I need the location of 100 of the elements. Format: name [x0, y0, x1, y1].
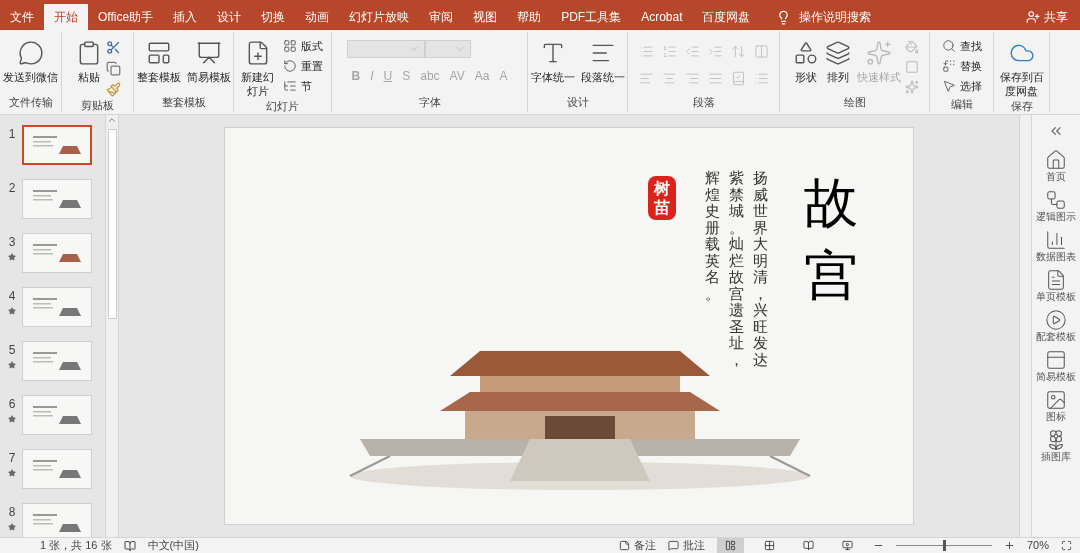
- verse-column: 紫禁城。灿烂故宫遗圣址，: [729, 170, 744, 368]
- ribbon-button[interactable]: 简易模板: [184, 36, 233, 84]
- group-label: 段落: [691, 95, 716, 110]
- ribbon-button[interactable]: 整套模板: [134, 36, 183, 84]
- comments-button[interactable]: 批注: [667, 537, 705, 553]
- side-panel-item[interactable]: 逻辑图示: [1036, 189, 1076, 223]
- star-icon: [8, 307, 16, 315]
- ribbon-tab[interactable]: PDF工具集: [551, 4, 632, 30]
- ribbon-button[interactable]: 节: [278, 76, 327, 96]
- search-field[interactable]: 操作说明搜索: [799, 8, 910, 26]
- paragraph-tool-icon[interactable]: [730, 44, 746, 59]
- notes-button[interactable]: 备注: [618, 537, 656, 553]
- ribbon-button[interactable]: 新建幻灯片: [238, 36, 277, 98]
- zoom-slider[interactable]: [895, 540, 992, 551]
- replace-icon: [941, 59, 956, 73]
- paragraph-tool-icon[interactable]: [684, 44, 700, 59]
- language-label[interactable]: 中文(中国): [147, 537, 199, 553]
- ribbon-tab[interactable]: 设计: [207, 4, 252, 30]
- paragraph-tool-icon[interactable]: [753, 44, 769, 59]
- side-panel-item[interactable]: 插图库: [1041, 429, 1071, 463]
- effects-icon[interactable]: [904, 80, 919, 94]
- star-icon: [8, 523, 16, 531]
- ribbon-tab[interactable]: Acrobat: [631, 4, 693, 30]
- search-icon: [941, 39, 956, 53]
- ribbon-tab[interactable]: 帮助: [507, 4, 552, 30]
- sparkles-icon: [865, 40, 892, 66]
- grid-icon: [282, 39, 297, 53]
- paragraph-tool-icon[interactable]: [707, 44, 723, 59]
- ribbon-button[interactable]: 选择: [937, 76, 986, 96]
- view-button[interactable]: [716, 538, 744, 553]
- ribbon-button[interactable]: 版式: [278, 36, 327, 56]
- scroll-thumb[interactable]: [107, 129, 117, 319]
- ribbon-tab[interactable]: 文件: [0, 4, 44, 30]
- zoom-level[interactable]: 70%: [1026, 537, 1049, 553]
- scrollbar[interactable]: [1019, 115, 1032, 537]
- paragraph-tool-icon[interactable]: [638, 44, 654, 59]
- slide-number: 5: [8, 342, 16, 359]
- ribbon-button[interactable]: 排列: [822, 36, 853, 84]
- ribbon-button[interactable]: 段落统一: [578, 36, 627, 84]
- document-icon: [1045, 269, 1067, 291]
- view-icon: [763, 540, 775, 551]
- group-label: 编辑: [949, 97, 974, 112]
- slide-thumbnail-drawing: [33, 136, 81, 154]
- side-panel-item[interactable]: 图标: [1045, 389, 1067, 423]
- slide-title: 故宫: [804, 171, 858, 307]
- group-label: 剪贴板: [80, 98, 115, 113]
- ribbon-button[interactable]: 保存到百度网盘: [996, 36, 1047, 98]
- ribbon-button[interactable]: 粘贴: [74, 36, 104, 84]
- ribbon-tab[interactable]: 动画: [295, 4, 340, 30]
- verse-column: 扬威世界大明清，兴旺发达: [753, 170, 768, 368]
- paragraph-tool-icon[interactable]: [661, 44, 677, 59]
- ribbon-tab[interactable]: 幻灯片放映: [339, 4, 420, 30]
- user-plus-icon: [1026, 10, 1040, 24]
- paragraph-tool-icon[interactable]: [730, 71, 746, 86]
- slide-thumbnail-drawing: [33, 244, 81, 262]
- side-panel-item[interactable]: 简易模板: [1036, 349, 1076, 383]
- ribbon-tab[interactable]: 开始: [44, 4, 88, 30]
- comment-icon: [667, 540, 679, 551]
- ribbon-tab[interactable]: Office助手: [88, 4, 164, 30]
- group-label: 设计: [565, 95, 590, 110]
- ribbon-tab[interactable]: 百度网盘: [692, 4, 761, 30]
- ribbon-button[interactable]: 字体统一: [528, 36, 577, 84]
- paragraph-tool-icon[interactable]: [638, 71, 654, 86]
- side-panel-item[interactable]: 单页模板: [1036, 269, 1076, 303]
- scrollbar[interactable]: [105, 115, 119, 537]
- ribbon-button[interactable]: 查找: [937, 36, 986, 56]
- outline-icon[interactable]: [904, 60, 919, 74]
- side-panel-item[interactable]: 数据图表: [1036, 229, 1076, 263]
- zoom-thumb[interactable]: [942, 540, 946, 551]
- paragraph-tool-icon[interactable]: [707, 71, 723, 86]
- scroll-up-icon[interactable]: [107, 115, 117, 125]
- play-window-icon: [195, 40, 222, 66]
- ribbon-button[interactable]: 发送到微信: [1, 36, 60, 84]
- font-size-field[interactable]: [424, 40, 471, 58]
- ribbon-tab[interactable]: 视图: [463, 4, 508, 30]
- ribbon-tab[interactable]: 审阅: [419, 4, 464, 30]
- ribbon-button[interactable]: 替换: [937, 56, 986, 76]
- font-name-field[interactable]: [346, 40, 425, 58]
- paragraph-tool-icon[interactable]: [684, 71, 700, 86]
- share-button[interactable]: 共享: [1014, 4, 1080, 30]
- notes-icon: [618, 540, 630, 551]
- pointer-icon: [941, 79, 956, 93]
- paint-bucket-icon[interactable]: [904, 40, 919, 54]
- ribbon-button[interactable]: 重置: [278, 56, 327, 76]
- scissors-icon[interactable]: [106, 40, 121, 55]
- copy-icon[interactable]: [106, 61, 121, 76]
- slide-thumbnail[interactable]: [22, 125, 92, 165]
- paintbrush-icon[interactable]: [106, 82, 121, 97]
- paragraph-tool-icon[interactable]: [661, 71, 677, 86]
- ribbon-button[interactable]: 形状: [790, 36, 821, 84]
- zoom-in-icon[interactable]: [1003, 540, 1015, 551]
- ribbon-tab[interactable]: 切换: [251, 4, 296, 30]
- view-icon: [841, 540, 853, 551]
- fit-icon[interactable]: [1061, 540, 1072, 551]
- side-panel-item[interactable]: 配套模板: [1036, 309, 1076, 343]
- ribbon-tab[interactable]: 插入: [163, 4, 208, 30]
- side-panel-item[interactable]: 首页: [1045, 149, 1067, 183]
- slide-number: 4: [8, 288, 16, 305]
- paragraph-tool-icon[interactable]: [753, 71, 769, 86]
- star-icon: [8, 253, 16, 261]
